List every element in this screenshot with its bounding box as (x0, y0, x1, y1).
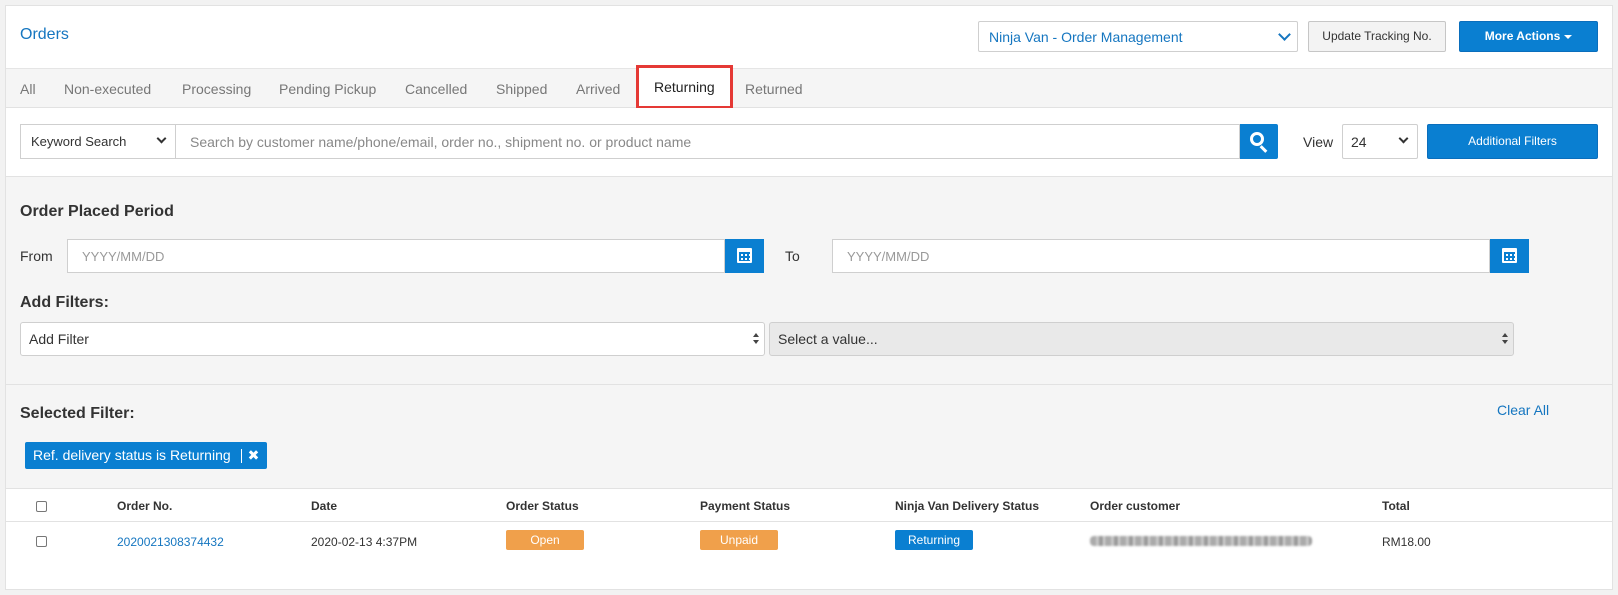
search-input[interactable]: Search by customer name/phone/email, ord… (175, 124, 1240, 159)
app-select[interactable]: Ninja Van - Order Management (978, 21, 1298, 52)
select-arrows-icon (753, 333, 759, 345)
filter-value-select[interactable]: Select a value... (769, 322, 1514, 356)
select-all-checkbox[interactable] (36, 501, 47, 512)
view-count-select[interactable]: 24 (1342, 124, 1418, 159)
add-filters-title: Add Filters: (20, 294, 109, 311)
additional-filters-button[interactable]: Additional Filters (1427, 124, 1598, 159)
app-select-value: Ninja Van - Order Management (989, 29, 1183, 45)
order-date: 2020-02-13 4:37PM (311, 535, 418, 549)
column-order-no[interactable]: Order No. (117, 499, 172, 513)
column-delivery-status[interactable]: Ninja Van Delivery Status (895, 499, 1039, 513)
tab-processing[interactable]: Processing (182, 69, 251, 109)
selected-filter-title: Selected Filter: (20, 405, 135, 422)
delivery-status-badge: Returning (895, 530, 973, 550)
keyword-search-select[interactable]: Keyword Search (20, 124, 175, 159)
view-label: View (1303, 134, 1334, 150)
column-order-customer[interactable]: Order customer (1090, 499, 1180, 513)
view-count-value: 24 (1351, 134, 1367, 150)
tab-arrived[interactable]: Arrived (576, 69, 620, 109)
filter-value-placeholder: Select a value... (778, 331, 878, 347)
selected-filter-panel: Selected Filter: Clear All Ref. delivery… (6, 385, 1612, 489)
calendar-icon (1502, 248, 1517, 263)
tab-returned[interactable]: Returned (745, 69, 803, 109)
calendar-icon (737, 248, 752, 263)
search-bar: Keyword Search Search by customer name/p… (6, 108, 1612, 177)
chevron-down-icon (156, 133, 167, 144)
column-total[interactable]: Total (1382, 499, 1410, 513)
order-status-badge: Open (506, 530, 584, 550)
update-tracking-button[interactable]: Update Tracking No. (1308, 21, 1446, 52)
order-placed-period-title: Order Placed Period (20, 203, 174, 220)
search-icon (1250, 132, 1264, 146)
orders-table: Order No. Date Order Status Payment Stat… (6, 489, 1612, 589)
orders-page: Orders Ninja Van - Order Management Upda… (5, 5, 1613, 590)
to-date-placeholder: YYYY/MM/DD (847, 249, 930, 264)
order-total: RM18.00 (1382, 535, 1431, 549)
from-label: From (20, 248, 53, 264)
column-order-status[interactable]: Order Status (506, 499, 579, 513)
chip-divider (240, 449, 242, 464)
clear-all-link[interactable]: Clear All (1497, 402, 1549, 418)
table-row[interactable]: 2020021308374432 2020-02-13 4:37PM Open … (6, 522, 1612, 560)
filter-chip: Ref. delivery status is Returning ✖ (25, 442, 268, 469)
page-header: Orders Ninja Van - Order Management Upda… (6, 6, 1612, 68)
from-calendar-button[interactable] (725, 239, 764, 273)
to-date-input[interactable]: YYYY/MM/DD (832, 239, 1490, 273)
close-icon[interactable]: ✖ (248, 447, 260, 464)
to-calendar-button[interactable] (1490, 239, 1529, 273)
filter-chip-label: Ref. delivery status is Returning (33, 447, 231, 463)
redacted-customer-email (1090, 536, 1312, 546)
more-actions-label: More Actions (1484, 29, 1561, 43)
order-number-link[interactable]: 2020021308374432 (117, 535, 224, 549)
column-date[interactable]: Date (311, 499, 337, 513)
to-label: To (785, 248, 800, 264)
page-title[interactable]: Orders (20, 26, 69, 44)
filter-panel: Order Placed Period From YYYY/MM/DD To Y… (6, 177, 1612, 385)
tab-all[interactable]: All (20, 69, 36, 109)
tab-returning[interactable]: Returning (636, 65, 733, 109)
chevron-down-icon (1398, 133, 1409, 144)
tab-cancelled[interactable]: Cancelled (405, 69, 467, 109)
tab-pending-pickup[interactable]: Pending Pickup (279, 69, 376, 109)
add-filter-value: Add Filter (29, 331, 89, 347)
more-actions-button[interactable]: More Actions (1459, 21, 1598, 52)
row-checkbox[interactable] (36, 536, 47, 547)
keyword-search-value: Keyword Search (31, 134, 127, 149)
column-payment-status[interactable]: Payment Status (700, 499, 790, 513)
table-header: Order No. Date Order Status Payment Stat… (6, 489, 1612, 522)
chevron-down-icon (1278, 28, 1291, 41)
search-placeholder: Search by customer name/phone/email, ord… (190, 134, 692, 150)
tab-non-executed[interactable]: Non-executed (64, 69, 151, 109)
select-arrows-icon (1502, 333, 1508, 345)
from-date-placeholder: YYYY/MM/DD (82, 249, 165, 264)
caret-down-icon (1564, 34, 1573, 39)
status-tabs: All Non-executed Processing Pending Pick… (6, 65, 1612, 109)
tab-shipped[interactable]: Shipped (496, 69, 547, 109)
from-date-input[interactable]: YYYY/MM/DD (67, 239, 725, 273)
search-button[interactable] (1240, 124, 1278, 159)
search-icon-handle (1259, 145, 1268, 153)
add-filter-select[interactable]: Add Filter (20, 322, 765, 356)
payment-status-badge: Unpaid (700, 530, 778, 550)
